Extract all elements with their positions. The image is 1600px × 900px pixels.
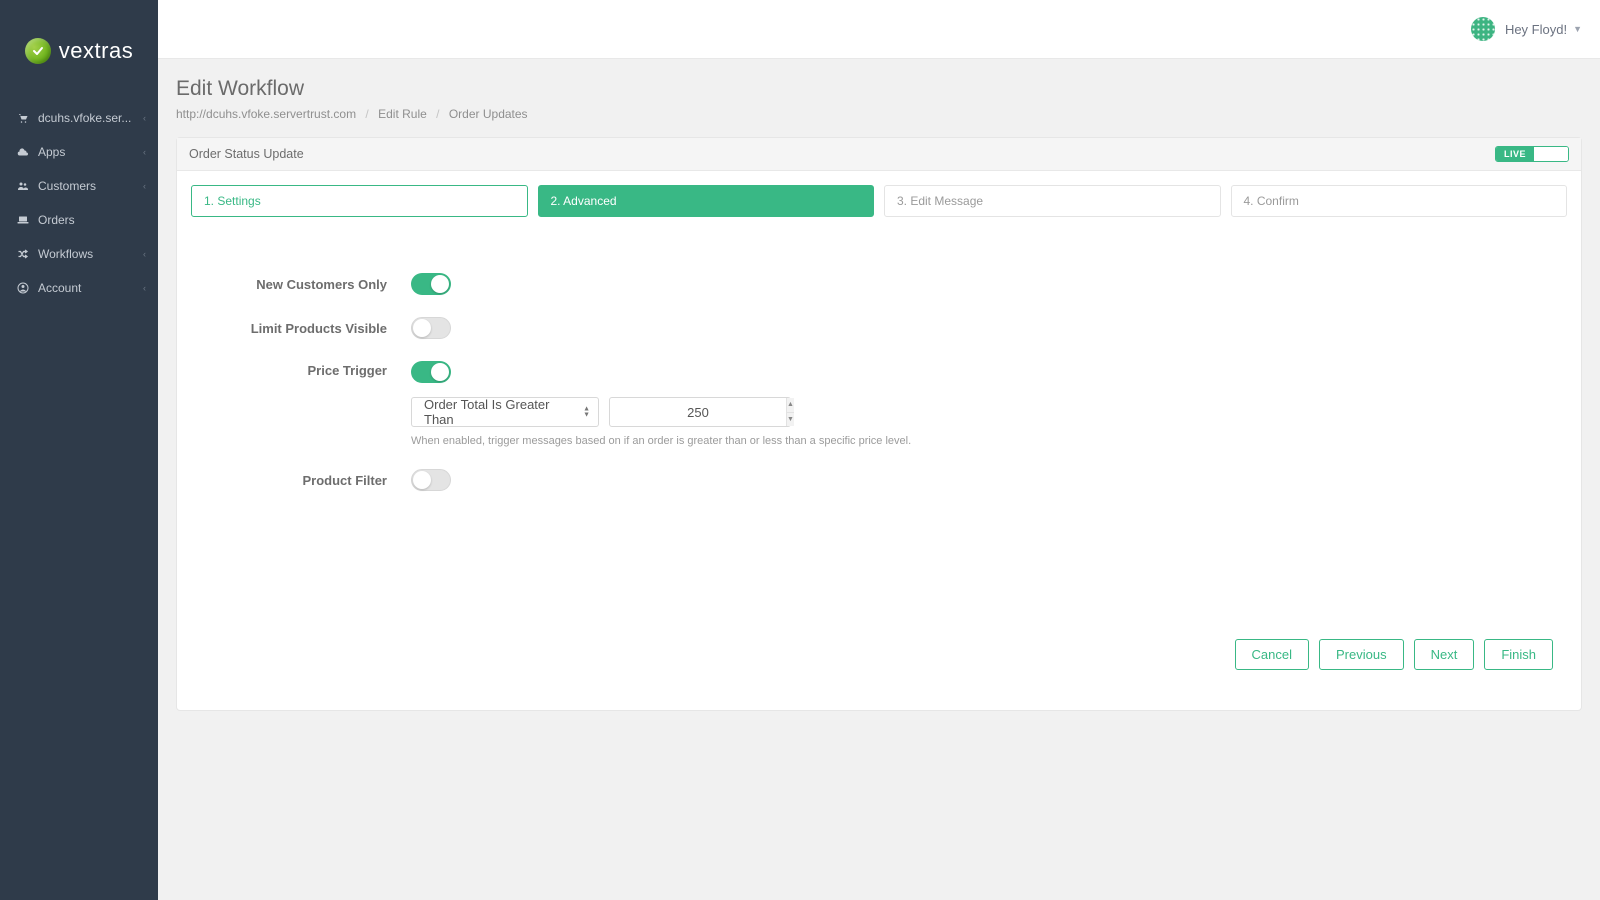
- select-caret-icon: ▲▼: [583, 407, 590, 418]
- step-label: 1. Settings: [204, 194, 261, 208]
- step-settings[interactable]: 1. Settings: [191, 185, 528, 217]
- breadcrumb-item[interactable]: http://dcuhs.vfoke.servertrust.com: [176, 107, 356, 121]
- chevron-left-icon: ‹: [143, 113, 146, 123]
- shuffle-icon: [16, 248, 30, 260]
- toggle-price-trigger[interactable]: [411, 361, 451, 383]
- sidebar-item-account[interactable]: Account ‹: [0, 271, 158, 305]
- previous-button[interactable]: Previous: [1319, 639, 1404, 670]
- step-edit-message[interactable]: 3. Edit Message: [884, 185, 1221, 217]
- breadcrumb-sep: /: [365, 107, 368, 121]
- label-new-customers-only: New Customers Only: [191, 277, 411, 292]
- sidebar-item-customers[interactable]: Customers ‹: [0, 169, 158, 203]
- sidebar-item-label: Orders: [38, 213, 75, 227]
- live-label: LIVE: [1496, 147, 1534, 161]
- brand-name: vextras: [59, 38, 133, 64]
- chevron-left-icon: ‹: [143, 147, 146, 157]
- step-label: 3. Edit Message: [897, 194, 983, 208]
- main: Hey Floyd! ▼ Edit Workflow http://dcuhs.…: [158, 0, 1600, 900]
- topbar: Hey Floyd! ▼: [158, 0, 1600, 59]
- sidebar-item-label: Customers: [38, 179, 96, 193]
- laptop-icon: [16, 215, 30, 225]
- sidebar-item-label: Workflows: [38, 247, 93, 261]
- sidebar-item-orders[interactable]: Orders: [0, 203, 158, 237]
- sidebar: vextras dcuhs.vfoke.ser... ‹ Apps ‹ Cust…: [0, 0, 158, 900]
- step-label: 4. Confirm: [1244, 194, 1299, 208]
- chevron-left-icon: ‹: [143, 181, 146, 191]
- user-greeting: Hey Floyd!: [1505, 22, 1567, 37]
- breadcrumb-item[interactable]: Order Updates: [449, 107, 528, 121]
- cloud-icon: [16, 147, 30, 157]
- brand-logo: vextras: [0, 0, 158, 101]
- live-toggle-track: [1534, 147, 1568, 161]
- price-amount-input[interactable]: [610, 398, 786, 426]
- users-icon: [16, 180, 30, 192]
- step-label: 2. Advanced: [551, 194, 617, 208]
- select-price-comparison[interactable]: Order Total Is Greater Than ▲▼: [411, 397, 599, 427]
- user-avatar[interactable]: [1471, 17, 1495, 41]
- select-value: Order Total Is Greater Than: [424, 397, 576, 427]
- next-button[interactable]: Next: [1414, 639, 1475, 670]
- label-product-filter: Product Filter: [191, 473, 411, 488]
- row-product-filter: Product Filter: [191, 469, 1567, 491]
- breadcrumbs: http://dcuhs.vfoke.servertrust.com / Edi…: [176, 107, 1582, 121]
- steps-nav: 1. Settings 2. Advanced 3. Edit Message …: [191, 185, 1567, 217]
- logo-mark-icon: [25, 38, 51, 64]
- spinner-up[interactable]: ▲: [787, 398, 794, 413]
- label-price-trigger: Price Trigger: [191, 361, 411, 378]
- panel-header: Order Status Update LIVE: [177, 138, 1581, 171]
- user-circle-icon: [16, 282, 30, 294]
- toggle-limit-products-visible[interactable]: [411, 317, 451, 339]
- label-limit-products-visible: Limit Products Visible: [191, 321, 411, 336]
- breadcrumb-item[interactable]: Edit Rule: [378, 107, 427, 121]
- spinner-down[interactable]: ▼: [787, 413, 794, 427]
- page-title: Edit Workflow: [176, 77, 1582, 101]
- sidebar-item-label: Apps: [38, 145, 65, 159]
- panel-title: Order Status Update: [189, 147, 304, 161]
- sidebar-item-site[interactable]: dcuhs.vfoke.ser... ‹: [0, 101, 158, 135]
- step-confirm[interactable]: 4. Confirm: [1231, 185, 1568, 217]
- live-toggle[interactable]: LIVE: [1495, 146, 1569, 162]
- toggle-new-customers-only[interactable]: [411, 273, 451, 295]
- step-advanced[interactable]: 2. Advanced: [538, 185, 875, 217]
- price-amount-spinner: ▲ ▼: [786, 398, 794, 426]
- sidebar-item-label: dcuhs.vfoke.ser...: [38, 111, 131, 125]
- toggle-product-filter[interactable]: [411, 469, 451, 491]
- caret-down-icon[interactable]: ▼: [1573, 24, 1582, 34]
- workflow-panel: Order Status Update LIVE 1. Settings: [176, 137, 1582, 711]
- price-amount-input-wrap: ▲ ▼: [609, 397, 791, 427]
- row-limit-products-visible: Limit Products Visible: [191, 317, 1567, 339]
- sidebar-item-apps[interactable]: Apps ‹: [0, 135, 158, 169]
- breadcrumb-sep: /: [436, 107, 439, 121]
- chevron-left-icon: ‹: [143, 249, 146, 259]
- chevron-left-icon: ‹: [143, 283, 146, 293]
- sidebar-item-workflows[interactable]: Workflows ‹: [0, 237, 158, 271]
- cart-icon: [16, 112, 30, 124]
- panel-footer: Cancel Previous Next Finish: [191, 623, 1567, 688]
- row-price-trigger: Price Trigger Order Total Is Greater Tha…: [191, 361, 1567, 447]
- cancel-button[interactable]: Cancel: [1235, 639, 1309, 670]
- sidebar-item-label: Account: [38, 281, 81, 295]
- finish-button[interactable]: Finish: [1484, 639, 1553, 670]
- price-trigger-help: When enabled, trigger messages based on …: [411, 435, 911, 447]
- row-new-customers-only: New Customers Only: [191, 273, 1567, 295]
